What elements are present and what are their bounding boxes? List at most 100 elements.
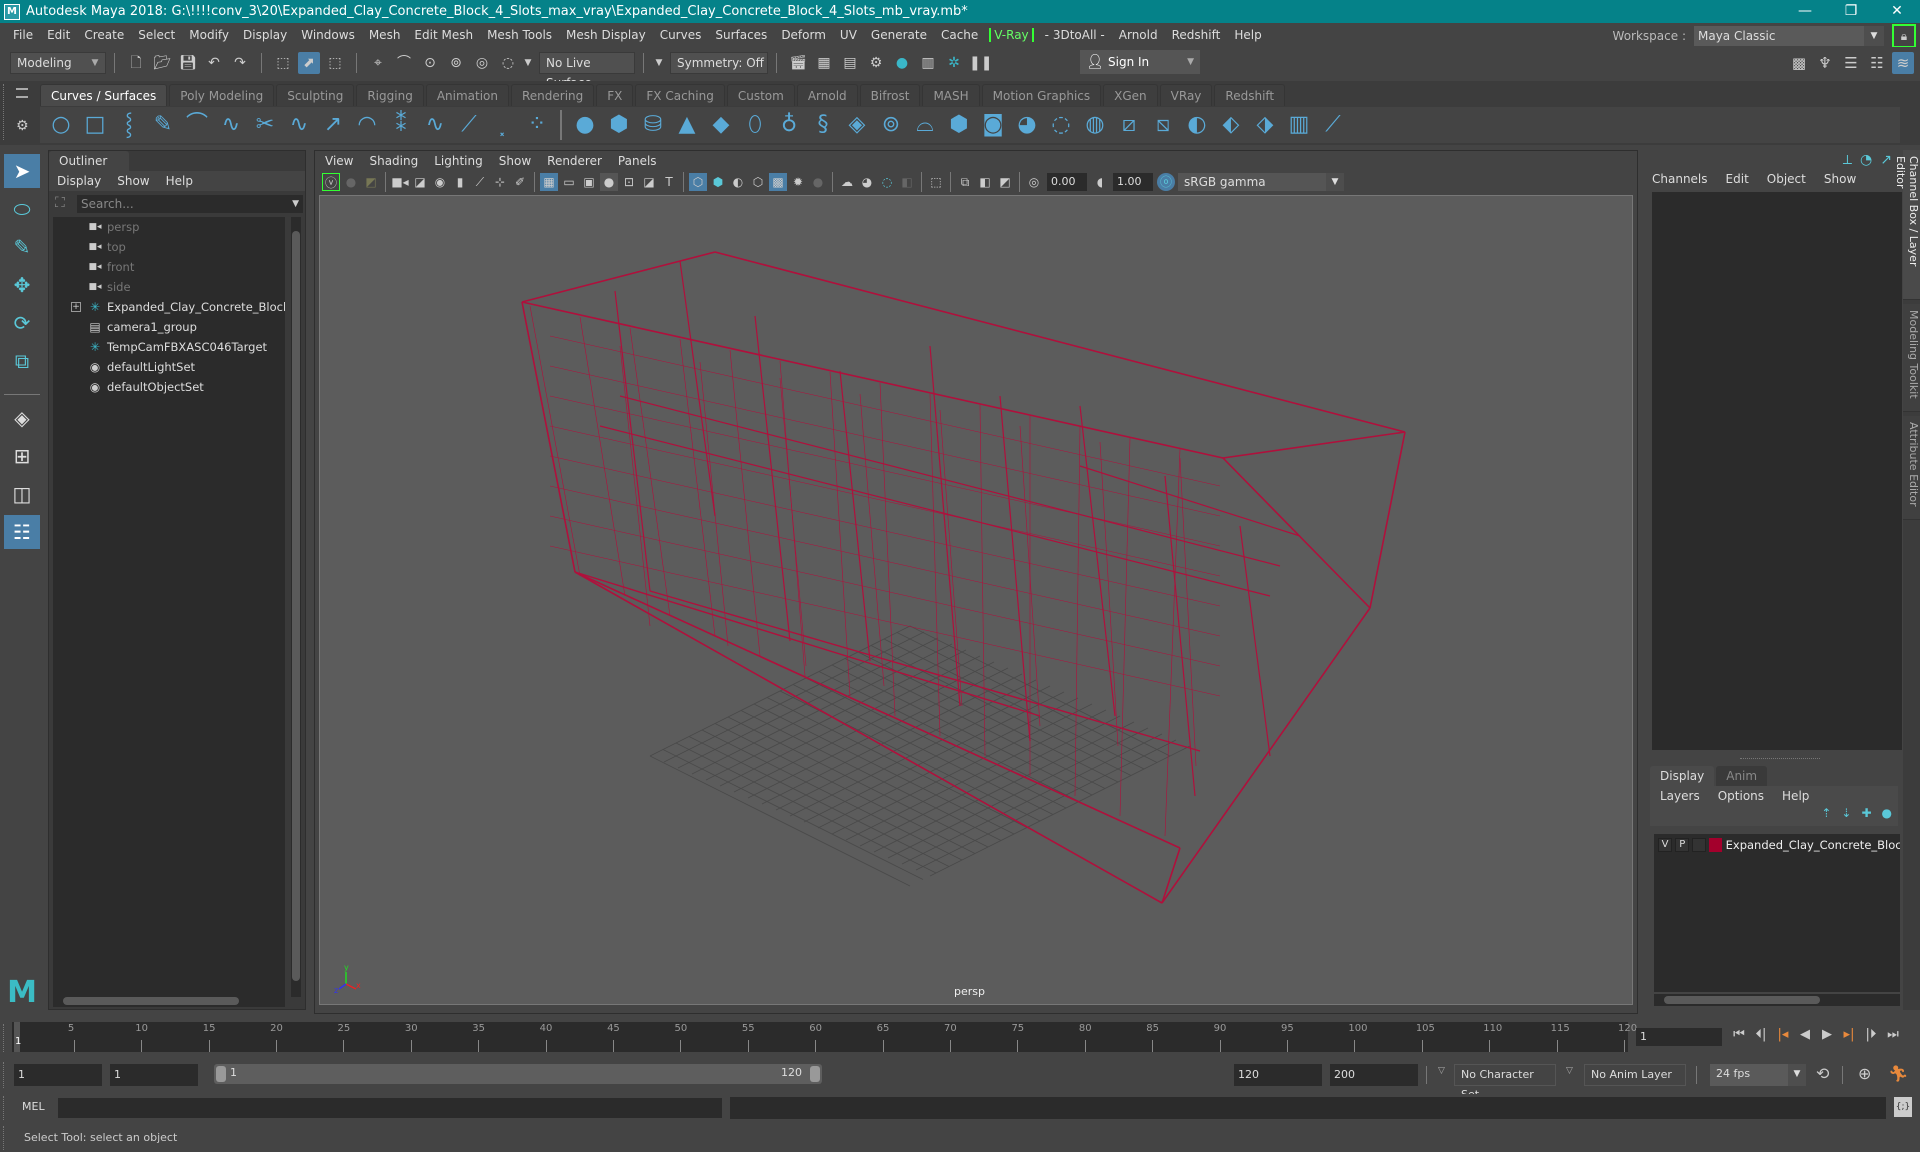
- grease-pencil-icon[interactable]: ✐: [511, 173, 529, 191]
- step-forward-frame-icon[interactable]: |⏵︎: [1860, 1027, 1882, 1042]
- attach-curve-icon[interactable]: ∿: [284, 110, 314, 140]
- detach-surface-icon[interactable]: ⬖: [1216, 110, 1246, 140]
- attribute-editor-icon[interactable]: ☰: [1840, 52, 1862, 74]
- range-end-handle[interactable]: [810, 1066, 820, 1082]
- ipr-render-icon[interactable]: ▤: [839, 52, 861, 74]
- exposure-field[interactable]: 0.00: [1047, 173, 1087, 191]
- menu-cache[interactable]: Cache: [934, 28, 985, 42]
- scrollbar-thumb[interactable]: [292, 231, 300, 981]
- human-ik-icon[interactable]: ♆: [1814, 52, 1836, 74]
- menu-windows[interactable]: Windows: [294, 28, 362, 42]
- grip[interactable]: [3, 1024, 6, 1052]
- fps-dropdown[interactable]: 24 fps ▼: [1710, 1064, 1806, 1086]
- live-surface-field[interactable]: No Live Surface: [539, 52, 635, 90]
- project-on-surface-icon[interactable]: ⧅: [1148, 110, 1178, 140]
- cv-curve-icon[interactable]: ⌒: [182, 110, 212, 140]
- outliner-search-input[interactable]: Search... ▼: [77, 195, 303, 213]
- shelf-tab-arnold[interactable]: Arnold: [796, 84, 858, 106]
- pause-render-icon[interactable]: ❚❚: [969, 52, 992, 74]
- lasso-tool-icon[interactable]: ⬭: [4, 192, 40, 226]
- two-view-layout-icon[interactable]: ◫: [4, 477, 40, 511]
- splitter-handle[interactable]: [1740, 758, 1820, 759]
- viewport-menu-show[interactable]: Show: [499, 154, 531, 168]
- new-scene-icon[interactable]: 🗋: [125, 52, 147, 74]
- loop-icon[interactable]: ⟲: [1816, 1064, 1829, 1083]
- shelf-tab-custom[interactable]: Custom: [726, 84, 795, 106]
- menu-arnold[interactable]: Arnold: [1112, 28, 1165, 42]
- menu-v-ray[interactable]: V-Ray: [989, 28, 1034, 42]
- loft-icon[interactable]: §: [808, 110, 838, 140]
- shelf-tab-bifrost[interactable]: Bifrost: [859, 84, 921, 106]
- single-perspective-layout-icon[interactable]: ◈: [4, 401, 40, 435]
- menu-edit-mesh[interactable]: Edit Mesh: [407, 28, 480, 42]
- chevron-down-icon[interactable]: ▽: [1438, 1066, 1445, 1076]
- bevel-icon[interactable]: ⬢: [944, 110, 974, 140]
- channel-box-icon[interactable]: ≋: [1892, 52, 1914, 74]
- outliner-horizontal-scrollbar[interactable]: [53, 995, 285, 1007]
- chevron-down-icon[interactable]: ▼: [654, 52, 664, 74]
- time-slider-track[interactable]: 1 5 10 15 20 25 30 35 40 45 50 55 60 65 70 75 80 85 90 95 1…: [12, 1022, 1637, 1052]
- animation-end-field[interactable]: 200: [1330, 1064, 1418, 1086]
- layer-row[interactable]: VP Expanded_Clay_Concrete_Block_4_Slots: [1654, 834, 1900, 856]
- move-layer-up-icon[interactable]: ⇡: [1821, 806, 1831, 826]
- new-layer-icon[interactable]: ✚: [1861, 806, 1871, 826]
- anti-aliasing-icon[interactable]: ◌: [878, 173, 896, 191]
- step-forward-key-icon[interactable]: ▸|: [1838, 1027, 1860, 1042]
- filter-icon[interactable]: ⛶: [55, 195, 65, 211]
- shelf-tab-redshift[interactable]: Redshift: [1214, 84, 1286, 106]
- range-start-handle[interactable]: [216, 1066, 226, 1082]
- nurbs-cylinder-icon[interactable]: ⛁: [638, 110, 668, 140]
- isolate-select-icon[interactable]: ⬚: [927, 173, 945, 191]
- grip[interactable]: [3, 1096, 6, 1120]
- fillet-curve-icon[interactable]: ⁑: [386, 110, 416, 140]
- safe-action-icon[interactable]: ◪: [640, 173, 658, 191]
- sculpt-surface-icon[interactable]: ▥: [1284, 110, 1314, 140]
- layer-playback-toggle[interactable]: P: [1675, 838, 1690, 852]
- snap-edge-icon[interactable]: ◌: [497, 52, 519, 74]
- menu-select[interactable]: Select: [131, 28, 182, 42]
- nurbs-cone-icon[interactable]: ▲: [672, 110, 702, 140]
- layer-display-type-toggle[interactable]: [1692, 838, 1707, 852]
- revolve-icon[interactable]: ♁: [774, 110, 804, 140]
- open-scene-icon[interactable]: 📂︎: [151, 52, 173, 74]
- scale-tool-icon[interactable]: ⧉: [4, 344, 40, 378]
- save-scene-icon[interactable]: 💾︎: [177, 52, 199, 74]
- current-frame-field[interactable]: 1: [1636, 1028, 1722, 1046]
- layer-menu-options[interactable]: Options: [1718, 789, 1764, 803]
- image-plane-icon[interactable]: ⟋: [471, 173, 489, 191]
- rebuild-curve-icon[interactable]: ∿: [420, 110, 450, 140]
- modeling-toolkit-icon[interactable]: ▩: [1788, 52, 1810, 74]
- wireframe-on-shaded-icon[interactable]: ⬡: [749, 173, 767, 191]
- cut-curve-icon[interactable]: ✂: [250, 110, 280, 140]
- bezier-curve-icon[interactable]: ∿: [216, 110, 246, 140]
- nurbs-plane-icon[interactable]: ◆: [706, 110, 736, 140]
- viewport-menu-view[interactable]: View: [325, 154, 353, 168]
- menu-mesh-display[interactable]: Mesh Display: [559, 28, 653, 42]
- chevron-down-icon[interactable]: ▼: [292, 195, 299, 213]
- vray-ipr-icon[interactable]: ●: [342, 173, 360, 191]
- insert-knot-icon[interactable]: ⸼: [488, 110, 518, 140]
- menu-surfaces[interactable]: Surfaces: [708, 28, 774, 42]
- render-setup-icon[interactable]: ▥: [917, 52, 939, 74]
- xray-icon[interactable]: ▩: [769, 173, 787, 191]
- nurbs-torus-icon[interactable]: ⬯: [740, 110, 770, 140]
- paint-select-tool-icon[interactable]: ✎: [4, 230, 40, 264]
- camera-attributes-icon[interactable]: ◉: [431, 173, 449, 191]
- symmetry-field[interactable]: Symmetry: Off: [670, 52, 768, 74]
- outliner-item[interactable]: ✳ TempCamFBXASC046Target: [53, 337, 285, 357]
- scrollbar-thumb[interactable]: [63, 997, 239, 1005]
- layer-horizontal-scrollbar[interactable]: [1654, 994, 1900, 1006]
- playback-end-field[interactable]: 120: [1234, 1064, 1322, 1086]
- outliner-item[interactable]: ■◂ front: [53, 257, 285, 277]
- shelf-grip[interactable]: [3, 84, 6, 140]
- square-icon[interactable]: ◕: [1012, 110, 1042, 140]
- animation-preferences-icon[interactable]: 🏃︎: [1888, 1064, 1908, 1083]
- motion-blur-icon[interactable]: ◕: [858, 173, 876, 191]
- 3d-viewport[interactable]: y x z persp: [319, 195, 1633, 1005]
- scrollbar-thumb[interactable]: [1664, 996, 1820, 1004]
- go-to-start-icon[interactable]: ⏮: [1728, 1027, 1750, 1042]
- untrim-icon[interactable]: ◍: [1080, 110, 1110, 140]
- close-button[interactable]: ✕: [1874, 0, 1920, 23]
- layer-menu-layers[interactable]: Layers: [1660, 789, 1700, 803]
- shelf-tab-rendering[interactable]: Rendering: [511, 84, 595, 106]
